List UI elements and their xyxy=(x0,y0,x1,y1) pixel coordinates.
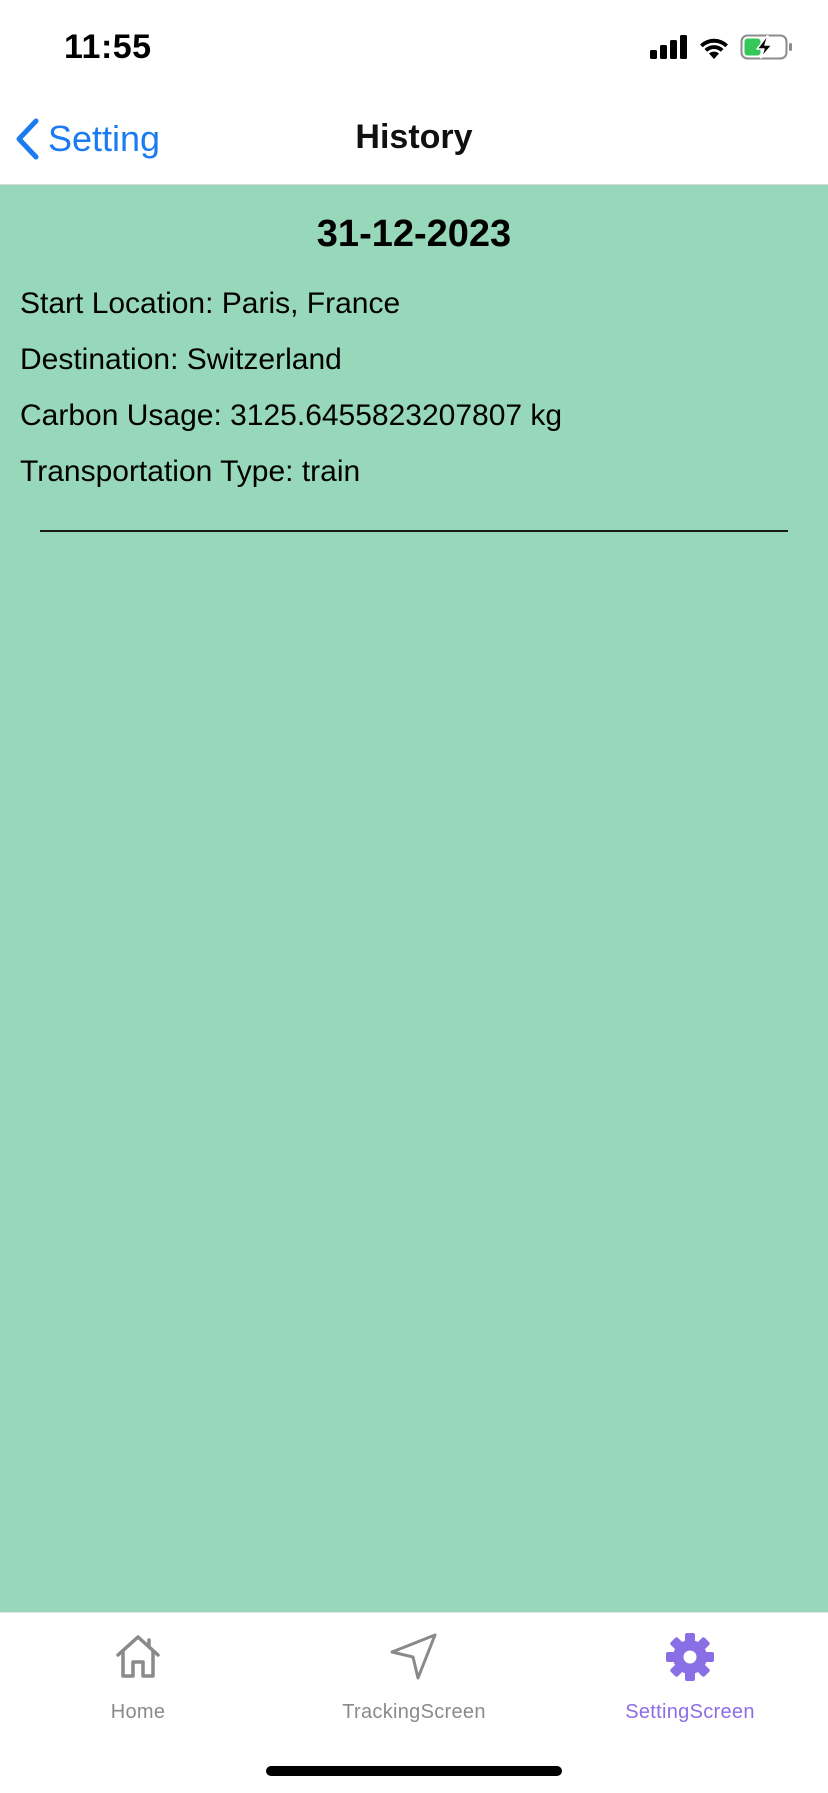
gear-icon xyxy=(666,1633,714,1681)
signal-icon xyxy=(650,35,687,59)
tab-home[interactable]: Home xyxy=(0,1631,276,1724)
start-location-text: Start Location: Paris, France xyxy=(20,287,401,320)
navigation-bar: Setting History xyxy=(0,96,828,185)
history-entry-date: 31-12-2023 xyxy=(316,213,512,255)
tab-setting-screen[interactable]: SettingScreen xyxy=(552,1631,828,1724)
status-bar: 11:55 xyxy=(0,0,828,96)
status-icons xyxy=(650,34,794,60)
entry-divider xyxy=(40,530,788,532)
tab-tracking-screen-label: TrackingScreen xyxy=(342,1701,486,1723)
page-title: History xyxy=(355,118,473,156)
destination-text: Destination: Switzerland xyxy=(20,343,342,376)
home-icon xyxy=(116,1635,160,1678)
history-content: 31-12-2023 Start Location: Paris, France… xyxy=(0,185,828,1612)
tab-tracking-screen[interactable]: TrackingScreen xyxy=(276,1631,552,1724)
battery-charging-icon xyxy=(740,34,792,60)
navigation-arrow-icon xyxy=(390,1633,437,1680)
home-indicator xyxy=(266,1766,562,1776)
wifi-icon xyxy=(700,38,728,59)
carbon-usage-text: Carbon Usage: 3125.6455823207807 kg xyxy=(20,399,563,432)
tab-home-label: Home xyxy=(110,1701,166,1723)
transportation-type-text: Transportation Type: train xyxy=(20,455,361,488)
tab-setting-screen-label: SettingScreen xyxy=(625,1701,755,1723)
status-time: 11:55 xyxy=(64,28,152,66)
